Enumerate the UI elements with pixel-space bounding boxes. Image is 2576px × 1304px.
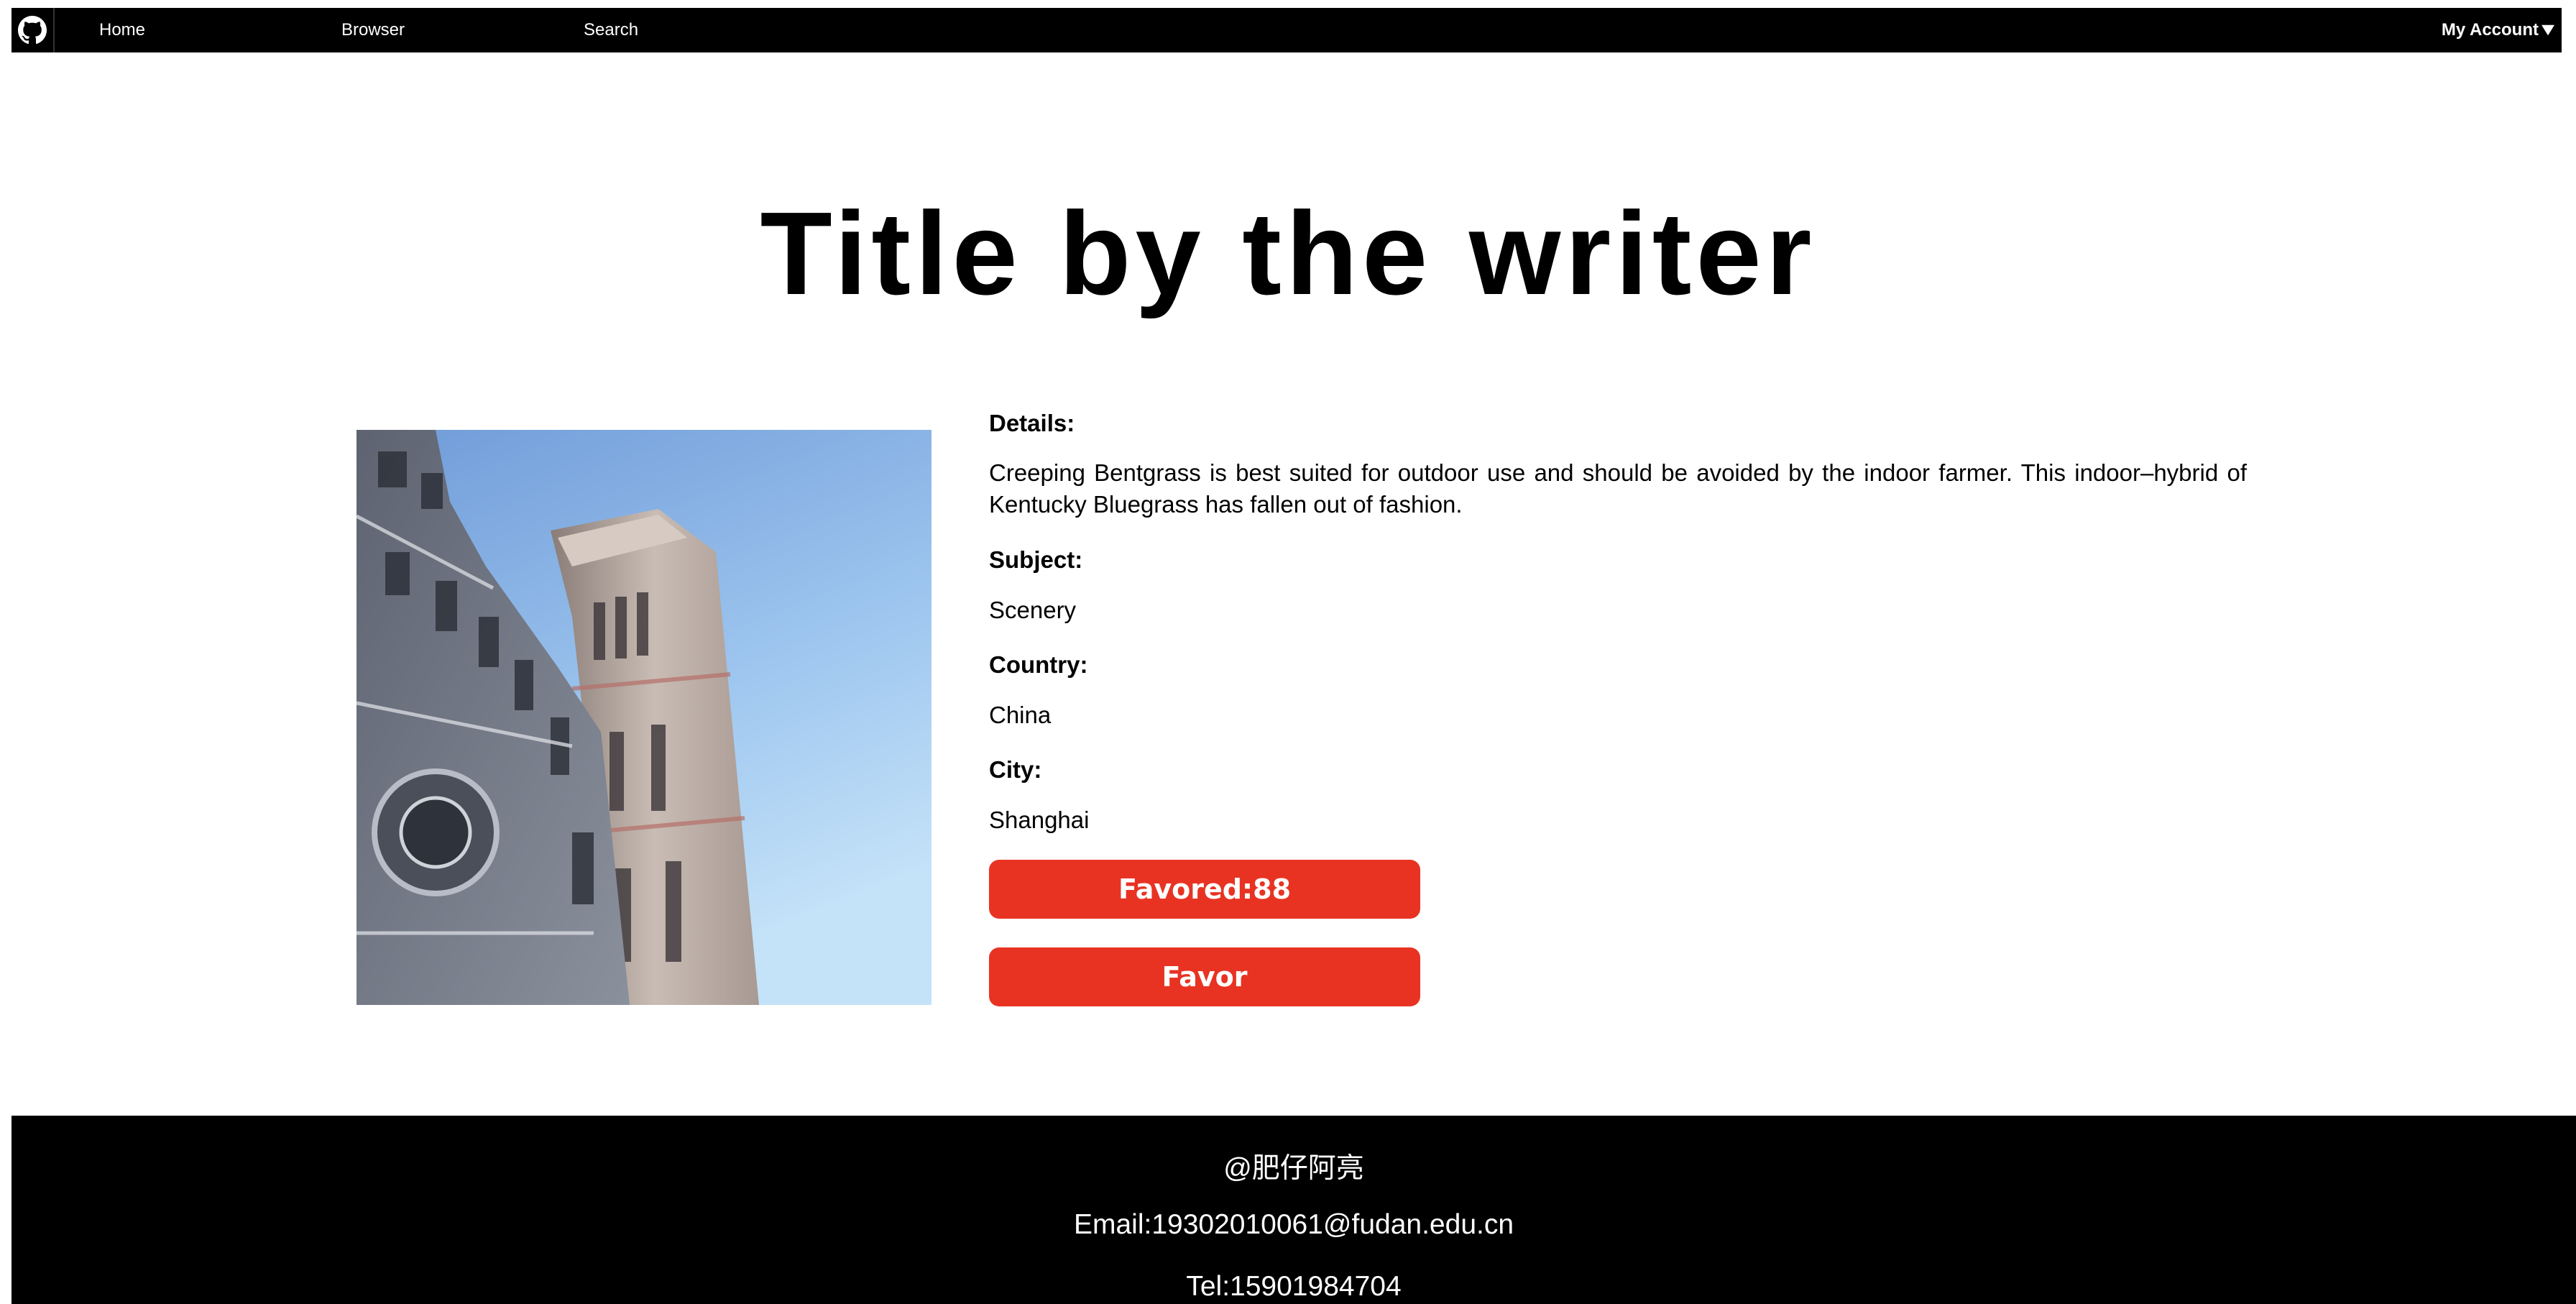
city-value: Shanghai: [989, 807, 1090, 833]
country-value: China: [989, 702, 1052, 728]
nav-browser-link[interactable]: Browser: [341, 20, 405, 40]
favor-button[interactable]: Favor: [989, 947, 1420, 1006]
caret-down-icon: [2542, 24, 2554, 36]
cathedral-photo: [356, 430, 932, 1005]
footer-tel: Tel:15901984704: [1186, 1271, 1402, 1302]
top-navbar: Home Browser Search My Account: [12, 8, 2562, 52]
subject-label: Subject:: [989, 546, 1083, 573]
subject-value: Scenery: [989, 597, 1077, 623]
page-title: Title by the writer: [760, 188, 1816, 319]
home-logo[interactable]: [12, 8, 55, 52]
city-label: City:: [989, 756, 1042, 783]
description-text: Creeping Bentgrass is best suited for ou…: [989, 459, 2247, 518]
footer: @肥仔阿亮 Email:19302010061@fudan.edu.cn Tel…: [12, 1116, 2576, 1304]
photo-illustration: [356, 430, 932, 1005]
my-account-menu[interactable]: My Account: [2442, 20, 2554, 40]
nav-search-link[interactable]: Search: [584, 20, 638, 40]
country-label: Country:: [989, 651, 1088, 678]
my-account-label: My Account: [2441, 20, 2539, 40]
details-label: Details:: [989, 410, 1075, 436]
github-icon: [18, 16, 47, 45]
favored-count-button[interactable]: Favored:88: [989, 860, 1420, 919]
footer-author: @肥仔阿亮: [1223, 1153, 1364, 1184]
footer-email: Email:19302010061@fudan.edu.cn: [1073, 1209, 1514, 1240]
nav-home-link[interactable]: Home: [99, 20, 145, 40]
